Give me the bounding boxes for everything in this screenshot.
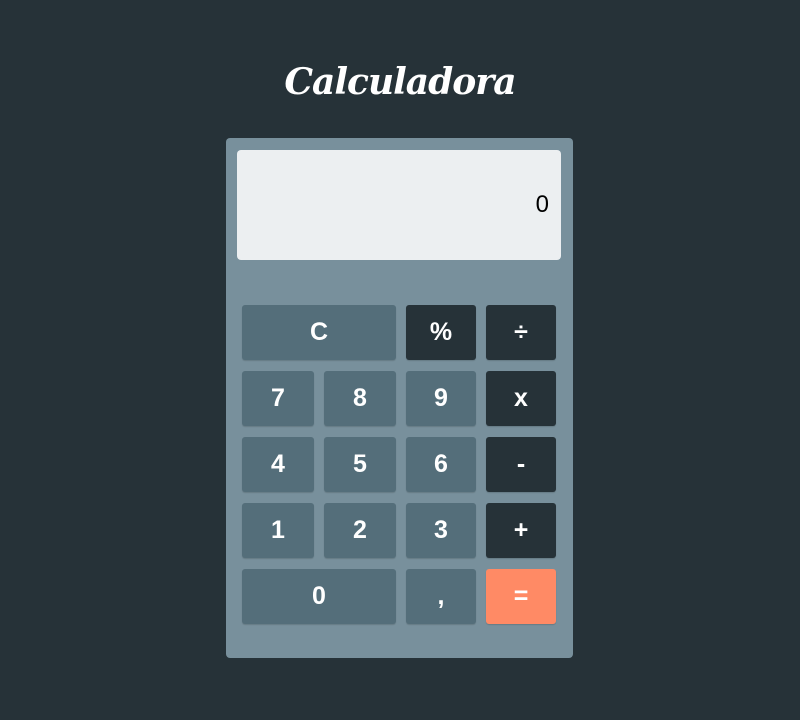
digit-9-button[interactable]: 9 — [406, 371, 476, 426]
divide-button[interactable]: ÷ — [486, 305, 556, 360]
digit-8-button[interactable]: 8 — [324, 371, 396, 426]
subtract-button[interactable]: - — [486, 437, 556, 492]
decimal-button[interactable]: , — [406, 569, 476, 624]
digit-0-button[interactable]: 0 — [242, 569, 396, 624]
digit-3-button[interactable]: 3 — [406, 503, 476, 558]
calculator-display: 0 — [237, 150, 561, 260]
add-button[interactable]: + — [486, 503, 556, 558]
digit-1-button[interactable]: 1 — [242, 503, 314, 558]
digit-2-button[interactable]: 2 — [324, 503, 396, 558]
percent-button[interactable]: % — [406, 305, 476, 360]
digit-6-button[interactable]: 6 — [406, 437, 476, 492]
page-title: Calculadora — [284, 61, 516, 103]
digit-7-button[interactable]: 7 — [242, 371, 314, 426]
digit-5-button[interactable]: 5 — [324, 437, 396, 492]
equals-button[interactable]: = — [486, 569, 556, 624]
multiply-button[interactable]: x — [486, 371, 556, 426]
clear-button[interactable]: C — [242, 305, 396, 360]
calculator-body: 0 C % ÷ 7 8 9 x 4 5 6 - 1 2 3 + 0 , = — [226, 138, 573, 658]
digit-4-button[interactable]: 4 — [242, 437, 314, 492]
